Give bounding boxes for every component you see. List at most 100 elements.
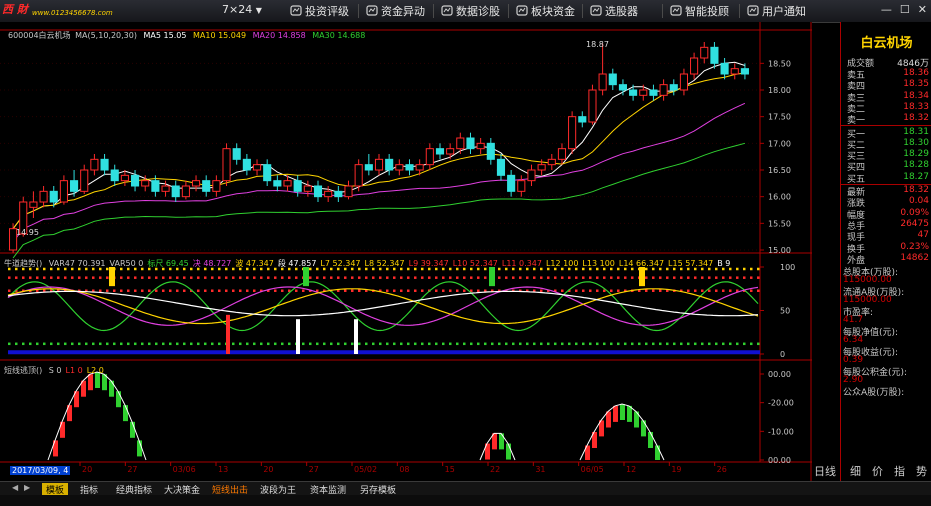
- ind1-dot-red: [659, 289, 662, 292]
- ask-row-value: 18.36: [903, 68, 929, 78]
- template-tab[interactable]: 波段为王: [256, 483, 300, 496]
- ind1-dot-green: [267, 342, 270, 346]
- template-tab[interactable]: 另存模板: [356, 483, 400, 496]
- ind1-dot-green: [568, 342, 571, 346]
- candle-body: [507, 174, 516, 192]
- ind1-dot-red: [582, 289, 585, 292]
- maximize-icon[interactable]: ☐: [900, 3, 910, 16]
- stock-chart[interactable]: 18.50 18.00 17.50 17.00 16.50 16.00 15.50 15.00…: [0, 22, 812, 481]
- ind1-tick-label: 100: [780, 263, 795, 272]
- candle-body: [598, 73, 607, 91]
- candle-body: [49, 190, 58, 203]
- minimize-icon[interactable]: —: [881, 3, 892, 16]
- indicator2-legend: 短线逃顶() S 0 L1 0 L2 0: [4, 365, 104, 376]
- ind1-dot-red: [50, 276, 53, 279]
- ind1-dot-red: [645, 276, 648, 279]
- indicator1-value: L11 0.347: [501, 259, 542, 268]
- ind1-marker-block: [489, 267, 495, 287]
- ind2-bar: [116, 391, 121, 408]
- toolbar-rating-button[interactable]: 投资评级: [290, 3, 349, 19]
- indicator1-value: L10 52.347: [452, 259, 498, 268]
- quote-row-value: 18.32: [903, 185, 929, 195]
- ind1-dot-green: [596, 342, 599, 346]
- ind1-dot-green: [449, 342, 452, 346]
- ind1-dot-green: [50, 342, 53, 346]
- candle-body: [293, 180, 302, 192]
- money-icon: [366, 5, 378, 16]
- ind1-dot-green: [400, 342, 403, 346]
- ind1-dot-red: [400, 289, 403, 292]
- price-tick-label: 17.00: [768, 139, 791, 148]
- ind1-dot-red: [575, 289, 578, 292]
- template-tab[interactable]: 经典指标: [112, 483, 156, 496]
- candle-body: [629, 89, 638, 96]
- ind1-dot-red: [708, 276, 711, 279]
- ind1-dot-green: [148, 342, 151, 346]
- toolbar-item-label: 板块资金: [531, 5, 575, 18]
- template-tab[interactable]: 短线出击: [208, 483, 252, 496]
- ind1-dot-green: [120, 342, 123, 346]
- price-tick-label: 18.50: [768, 59, 791, 68]
- tab-next-icon[interactable]: ▶: [24, 483, 30, 492]
- candle-body: [720, 62, 729, 75]
- ind1-dot-green: [477, 342, 480, 346]
- ind1-dot-green: [701, 342, 704, 346]
- toolbar-robo-advisor-button[interactable]: 智能投顾: [670, 3, 729, 19]
- ind1-dot-red: [596, 276, 599, 279]
- toolbar-notification-button[interactable]: 用户通知: [747, 3, 806, 19]
- candle-body: [181, 185, 190, 198]
- ind1-marker-block: [303, 267, 309, 287]
- date-tick-label: 05/02: [354, 465, 377, 474]
- ind1-dot-red: [456, 289, 459, 292]
- ind1-dot-red: [127, 276, 130, 279]
- indicator1-value: B 9: [717, 259, 731, 268]
- tab-trend[interactable]: 势: [916, 463, 927, 479]
- ind1-dot-red: [736, 276, 739, 279]
- ind1-dot-red: [358, 289, 361, 292]
- candle-body: [191, 180, 201, 187]
- candle-body: [456, 137, 465, 150]
- period-daily-tab[interactable]: 日线: [814, 463, 836, 479]
- candle-body: [313, 185, 323, 198]
- quote-panel-tabs: 日线 细 价 指 势: [814, 462, 931, 480]
- tab-detail[interactable]: 细: [850, 463, 861, 479]
- template-tab[interactable]: 模板: [42, 483, 69, 496]
- ind1-dot-red: [218, 289, 221, 292]
- ind1-dot-red: [176, 276, 179, 279]
- candle-body: [70, 180, 79, 192]
- indicator1-value: 决 48.727: [192, 259, 232, 268]
- ind1-dot-green: [365, 342, 368, 346]
- template-tab[interactable]: 指标: [76, 483, 102, 496]
- bid-row: 买四 18.28: [845, 160, 931, 173]
- tab-price[interactable]: 价: [872, 463, 883, 479]
- toolbar-money-button[interactable]: 资金异动: [366, 3, 425, 19]
- toolbar-diagnosis-button[interactable]: 数据诊股: [441, 3, 500, 19]
- ind1-dot-red: [316, 276, 319, 279]
- ind1-dot-red: [680, 276, 683, 279]
- toolbar-stock-picker-button[interactable]: 选股器: [590, 3, 638, 19]
- ind1-dot-green: [498, 342, 501, 346]
- news-7x24-button[interactable]: 7×24 ▼: [222, 3, 262, 19]
- close-icon[interactable]: ✕: [918, 3, 927, 16]
- toolbar-sector-button[interactable]: 板块资金: [516, 3, 575, 19]
- date-tick-label: 06/05: [581, 465, 604, 474]
- date-tick-label: 20: [263, 465, 273, 474]
- ind1-dot-red: [295, 289, 298, 292]
- ind1-dot-green: [302, 342, 305, 346]
- template-tab[interactable]: 大决策金: [160, 483, 204, 496]
- tab-prev-icon[interactable]: ◀: [12, 483, 18, 492]
- tab-indicator[interactable]: 指: [894, 463, 905, 479]
- ind1-dot-red: [652, 276, 655, 279]
- brand-url: www.0123456678.com: [32, 9, 113, 17]
- template-tabs: ◀ ▶ 模板 指标 经典指标 大决策金 短线出击 波段为王 资本监测 另存模板: [0, 481, 931, 496]
- toolbar-divider: [662, 4, 663, 18]
- fundamental-value: 115000.00: [843, 275, 892, 286]
- date-tick-label: 26: [717, 465, 727, 474]
- quote-row: 换手 0.23%: [845, 242, 931, 255]
- ind1-dot-red: [589, 276, 592, 279]
- ind1-dot-red: [309, 276, 312, 279]
- indicator2-value: L1 0: [65, 366, 83, 375]
- template-tab[interactable]: 资本监测: [306, 483, 350, 496]
- ind1-dot-red: [302, 289, 305, 292]
- ind1-dot-red: [29, 276, 32, 279]
